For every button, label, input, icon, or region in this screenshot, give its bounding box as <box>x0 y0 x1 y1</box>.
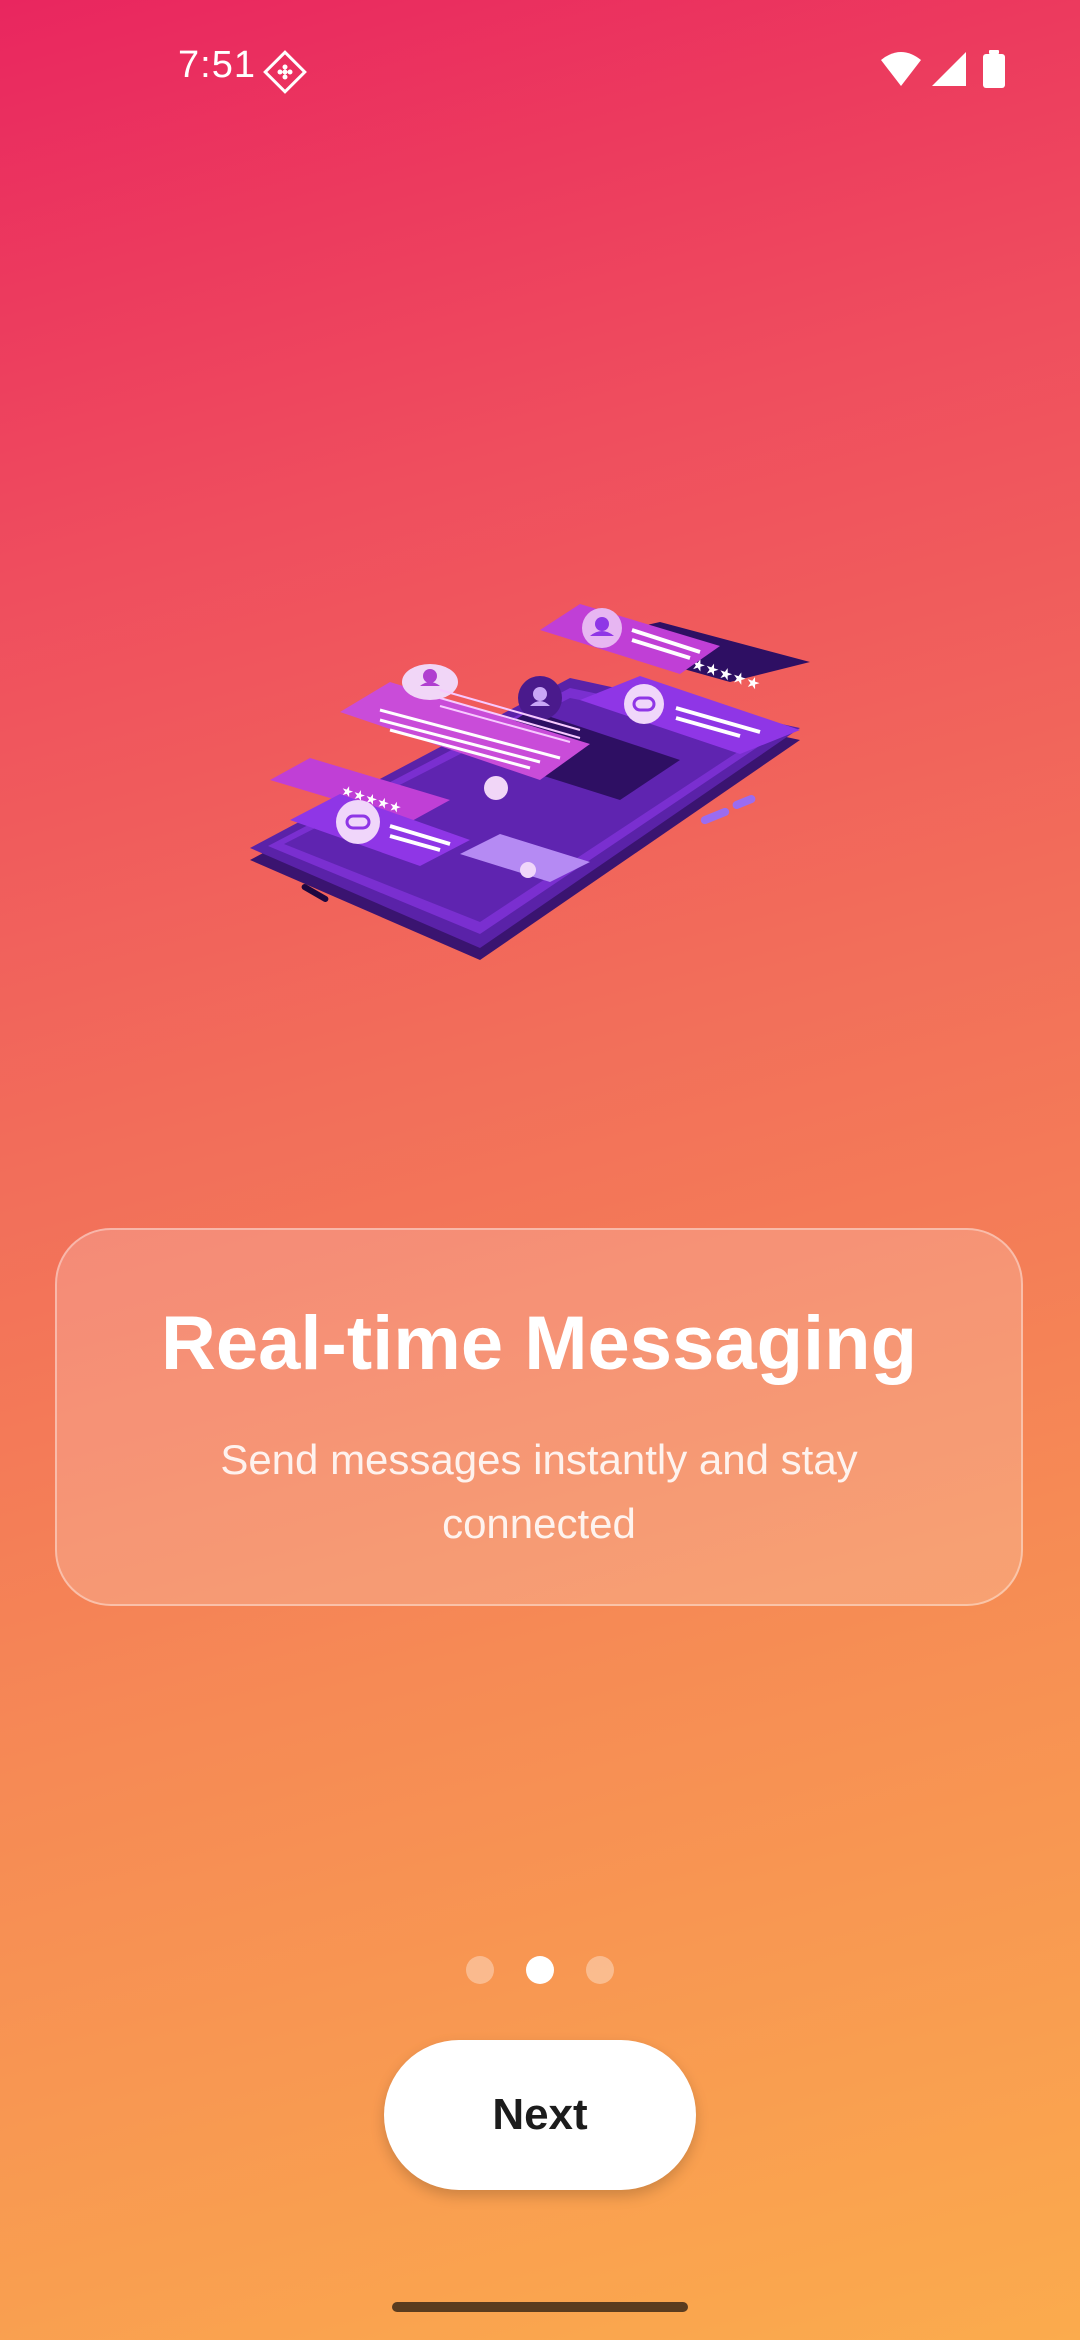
page-dot-3[interactable] <box>586 1956 614 1984</box>
status-bar: 7:51 <box>0 0 1080 140</box>
battery-icon <box>982 50 1006 95</box>
page-dot-2-active[interactable] <box>526 1956 554 1984</box>
notification-app-icon <box>263 50 307 94</box>
onboarding-subtitle: Send messages instantly and stay connect… <box>220 1436 858 1547</box>
wifi-icon <box>880 50 922 93</box>
home-indicator[interactable] <box>392 2302 688 2312</box>
phone-messaging-illustration: ★★★★★ ★★★★★ <box>240 590 820 990</box>
status-time: 7:51 <box>178 44 256 86</box>
onboarding-title: Real-time Messaging <box>161 1301 917 1386</box>
page-dot-1[interactable] <box>466 1956 494 1984</box>
next-button[interactable]: Next <box>384 2040 696 2190</box>
onboarding-card: Real-time Messaging Send messages instan… <box>55 1228 1023 1606</box>
cellular-signal-icon <box>930 50 968 93</box>
page-indicator <box>0 1956 1080 1986</box>
status-icons <box>880 50 1080 94</box>
